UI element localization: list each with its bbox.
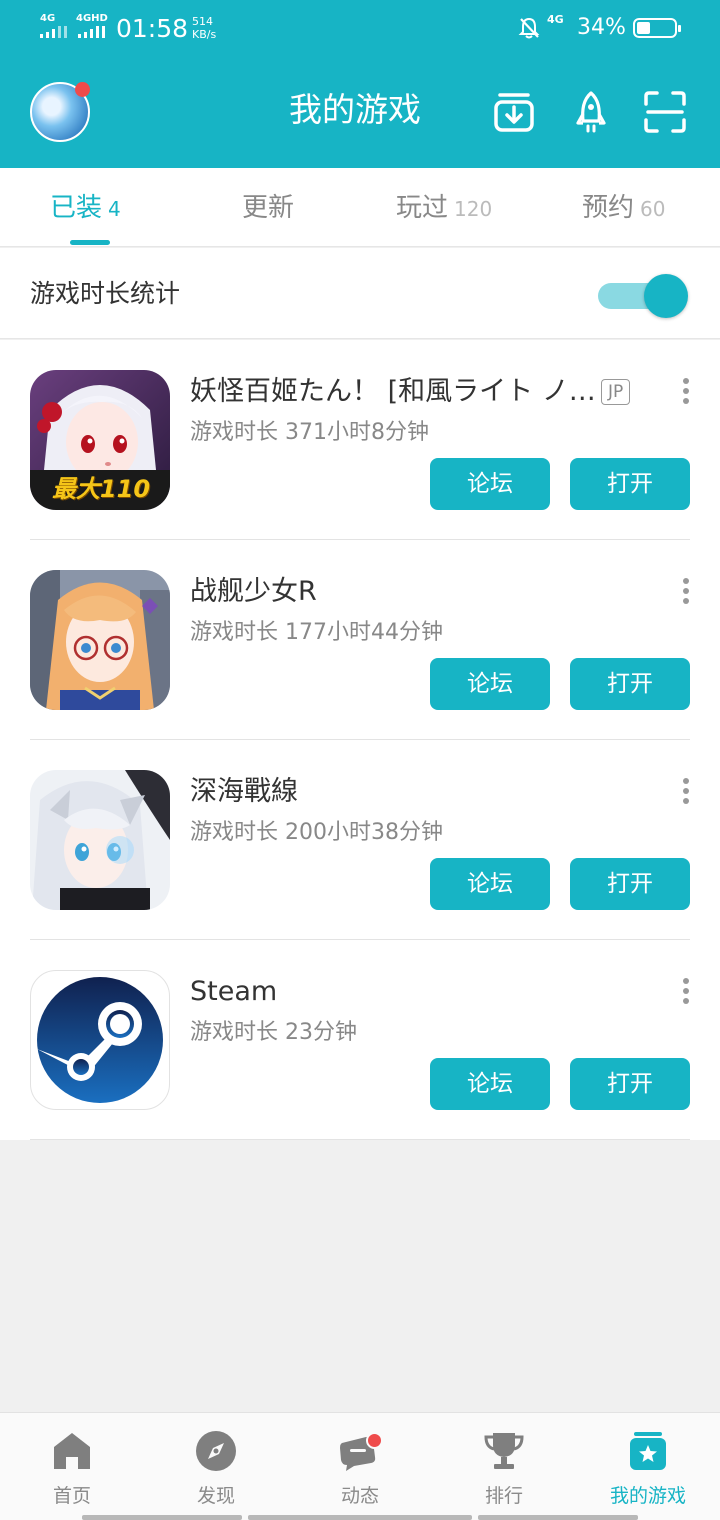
system-nav-indicator [248,1515,472,1520]
more-options-icon[interactable] [680,778,692,804]
notification-dot [75,82,90,97]
tab-reserved[interactable]: 预约 60 [582,190,665,227]
game-list: 最大110連! 妖怪百姬たん！ [和風ライト ノ… JP 游戏时长 371小时8… [0,340,720,1140]
nav-my-games[interactable]: 我的游戏 [576,1413,720,1520]
forum-button[interactable]: 论坛 [430,458,550,510]
download-icon[interactable] [492,90,536,134]
game-item[interactable]: Steam 游戏时长 23分钟 论坛 打开 [0,940,720,1140]
game-icon-yokai: 最大110連! [30,370,170,510]
tab-installed[interactable]: 已装 4 [50,190,121,227]
trophy-icon [484,1433,524,1469]
network-label-2: 4GHD [76,13,108,24]
game-name: 深海戰線 [190,776,298,807]
divider [30,1139,690,1140]
region-tag: JP [601,379,631,405]
nav-feed[interactable]: 动态 [288,1413,432,1520]
compass-icon [196,1431,236,1471]
open-button[interactable]: 打开 [570,458,690,510]
game-name: 妖怪百姬たん！ [和風ライト ノ… [190,376,596,407]
app-header: 4G 4GHD 01:58 514 KB/s 4G 34% 我的游戏 [0,0,720,168]
playtime-stats-toggle[interactable] [598,274,688,318]
scan-icon[interactable] [643,90,687,134]
thumb-badge-text: 最大110連! [51,475,151,503]
tab-updates[interactable]: 更新 [242,190,294,226]
game-icon-warship-girls [30,570,170,710]
forum-button[interactable]: 论坛 [430,1058,550,1110]
home-icon [54,1433,90,1469]
game-playtime: 游戏时长 371小时8分钟 [190,420,429,445]
open-button[interactable]: 打开 [570,658,690,710]
game-playtime: 游戏时长 177小时44分钟 [190,620,443,645]
game-item[interactable]: 战舰少女R 游戏时长 177小时44分钟 论坛 打开 [0,540,720,740]
mute-bell-icon [518,17,540,39]
signal-icon [40,26,67,38]
nav-home[interactable]: 首页 [0,1413,144,1520]
open-button[interactable]: 打开 [570,1058,690,1110]
game-icon-abyss-horizon [30,770,170,910]
rocket-icon[interactable] [569,90,613,134]
tab-played[interactable]: 玩过 120 [396,190,492,227]
nav-discover[interactable]: 发现 [144,1413,288,1520]
forum-button[interactable]: 论坛 [430,858,550,910]
network-speed: 514 KB/s [192,15,217,41]
signal-icon-2 [78,26,105,38]
playtime-stats-label: 游戏时长统计 [30,279,181,308]
battery-percentage: 34% [577,15,626,40]
game-playtime: 游戏时长 200小时38分钟 [190,820,443,845]
system-nav-indicator [478,1515,638,1520]
game-playtime: 游戏时长 23分钟 [190,1020,357,1045]
tab-bar: 已装 4 更新 玩过 120 预约 60 [0,168,720,247]
nav-ranking[interactable]: 排行 [432,1413,576,1520]
steam-logo-icon [30,970,170,1110]
game-item[interactable]: 深海戰線 游戏时长 200小时38分钟 论坛 打开 [0,740,720,940]
active-tab-indicator [70,240,110,245]
network-label-3: 4G [547,13,564,26]
forum-button[interactable]: 论坛 [430,658,550,710]
status-time: 01:58 [116,14,189,43]
my-games-icon [630,1432,666,1470]
playtime-stats-row: 游戏时长统计 [0,248,720,339]
open-button[interactable]: 打开 [570,858,690,910]
network-label-1: 4G [40,13,56,24]
battery-icon [633,18,681,38]
game-name: Steam [190,976,278,1007]
more-options-icon[interactable] [680,578,692,604]
game-name: 战舰少女R [190,576,317,607]
bottom-navigation: 首页 发现 动态 排行 我的游戏 [0,1412,720,1520]
more-options-icon[interactable] [680,978,692,1004]
game-item[interactable]: 最大110連! 妖怪百姬たん！ [和風ライト ノ… JP 游戏时长 371小时8… [0,340,720,540]
page-title: 我的游戏 [289,90,421,129]
system-nav-indicator [82,1515,242,1520]
more-options-icon[interactable] [680,378,692,404]
feed-notification-dot [366,1432,383,1449]
status-bar: 4G 4GHD 01:58 514 KB/s 4G 34% [0,0,720,56]
